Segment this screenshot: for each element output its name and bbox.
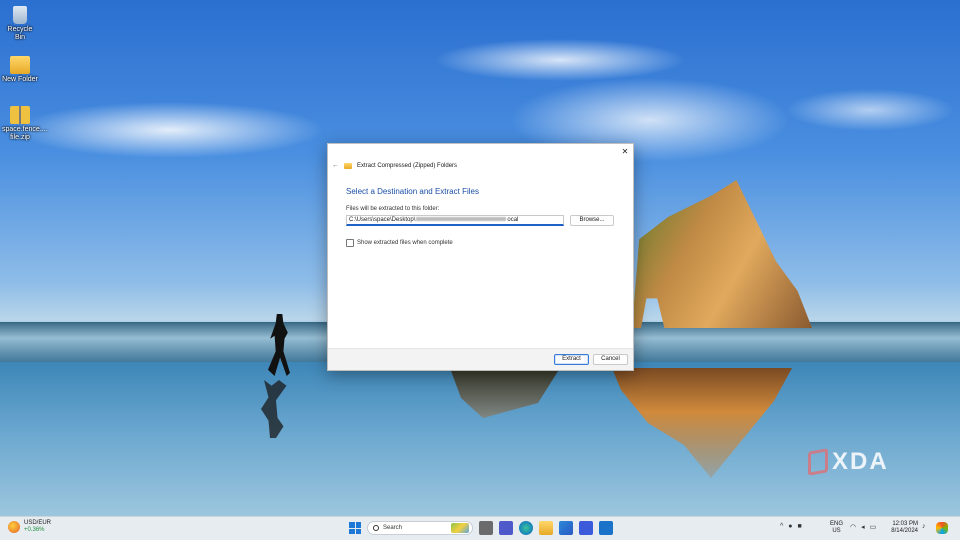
dialog-title: Extract Compressed (Zipped) Folders	[357, 162, 458, 169]
taskbar: USD/EUR +0.36% Search ^ ● ■ ENG US ◠ ◂ ▭…	[0, 516, 960, 540]
search-highlight-icon	[451, 523, 469, 533]
path-label: Files will be extracted to this folder:	[346, 206, 440, 212]
task-view-icon[interactable]	[479, 521, 493, 535]
path-prefix: C:\Users\space\Desktop\	[349, 217, 416, 223]
clock-date: 8/14/2024	[891, 528, 918, 534]
teams-icon[interactable]	[499, 521, 513, 535]
show-files-option[interactable]: Show extracted files when complete	[346, 239, 453, 247]
search-icon	[373, 525, 379, 531]
cancel-button[interactable]: Cancel	[593, 354, 628, 365]
currency-icon	[8, 521, 20, 533]
dialog-header: ← Extract Compressed (Zipped) Folders	[332, 162, 457, 169]
battery-icon: ▭	[869, 524, 877, 531]
notification-bell-icon[interactable]: ♪	[922, 523, 926, 530]
store-icon[interactable]	[559, 521, 573, 535]
clock-time: 12:03 PM	[892, 521, 918, 527]
chevron-up-icon[interactable]: ^	[780, 523, 783, 530]
outlook-icon[interactable]	[599, 521, 613, 535]
edge-icon[interactable]	[519, 521, 533, 535]
desktop-icon-label: space.fence.... file.zip	[2, 126, 48, 141]
volume-icon: ◂	[861, 524, 865, 531]
tray-app-icon[interactable]: ●	[788, 523, 792, 530]
xda-logo-icon	[808, 448, 828, 476]
file-explorer-icon[interactable]	[539, 521, 553, 535]
search-placeholder: Search	[383, 525, 403, 531]
quick-settings[interactable]: ◠ ◂ ▭	[850, 523, 876, 531]
region-code: US	[832, 528, 841, 534]
extract-button[interactable]: Extract	[554, 354, 589, 365]
xda-watermark: XDA	[808, 448, 889, 476]
desktop-icon-new-folder[interactable]: New Folder	[2, 56, 38, 84]
ticker-symbol: USD/EUR	[24, 520, 52, 526]
windows-start-icon[interactable]	[349, 522, 361, 534]
ticker-change: +0.36%	[24, 527, 45, 533]
language-code: ENG	[830, 521, 844, 527]
recycle-bin-icon	[13, 6, 27, 24]
folder-icon	[10, 56, 30, 74]
zip-folder-icon	[10, 106, 30, 124]
clock[interactable]: 12:03 PM 8/14/2024	[888, 521, 918, 535]
redacted-path-segment	[416, 217, 507, 222]
xda-watermark-text: XDA	[832, 448, 889, 475]
tray-app-icon[interactable]: ■	[798, 523, 802, 530]
desktop-icon-zip-file[interactable]: space.fence.... file.zip	[2, 106, 48, 142]
stock-widget[interactable]: USD/EUR +0.36%	[8, 520, 51, 534]
zip-folder-icon	[344, 162, 352, 169]
desktop-icon-label: Recycle Bin	[7, 26, 33, 41]
show-files-checkbox[interactable]	[346, 239, 354, 247]
destination-path-input[interactable]: C:\Users\space\Desktop\ ocal	[346, 215, 564, 226]
extract-dialog: ✕ ← Extract Compressed (Zipped) Folders …	[327, 143, 634, 371]
dialog-footer: Extract Cancel	[328, 348, 633, 370]
taskbar-search[interactable]: Search	[367, 521, 473, 535]
system-tray: ^ ● ■	[780, 523, 802, 530]
copilot-icon[interactable]	[936, 522, 948, 534]
browse-button[interactable]: Browse...	[570, 215, 614, 226]
wifi-icon: ◠	[850, 524, 857, 531]
back-arrow-icon[interactable]: ←	[332, 162, 339, 169]
wallpaper-rock	[632, 180, 812, 328]
taskbar-center: Search	[349, 521, 613, 535]
dialog-heading: Select a Destination and Extract Files	[346, 187, 479, 196]
desktop-icon-label: New Folder	[2, 76, 38, 83]
close-icon[interactable]: ✕	[620, 147, 630, 157]
remote-app-icon[interactable]	[579, 521, 593, 535]
desktop-icon-recycle-bin[interactable]: Recycle Bin	[2, 6, 38, 42]
checkbox-label: Show extracted files when complete	[357, 240, 453, 246]
language-indicator[interactable]: ENG US	[830, 521, 843, 535]
path-suffix: ocal	[507, 217, 519, 223]
